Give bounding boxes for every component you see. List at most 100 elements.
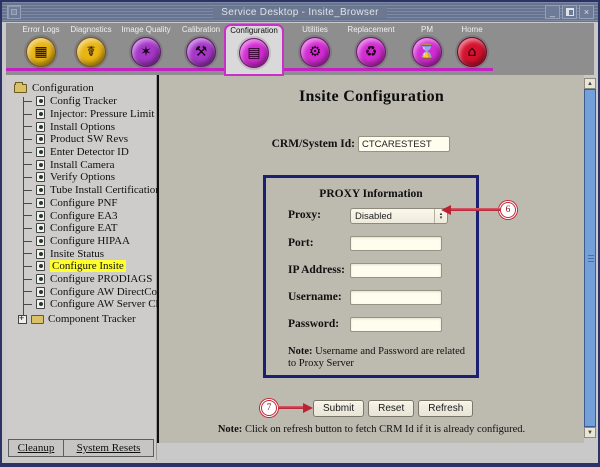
port-label: Port:	[288, 237, 314, 249]
scrollbar-grip-icon	[588, 258, 594, 259]
window-menu-icon	[11, 9, 17, 15]
tree-item-configure-aw-server-client[interactable]: Configure AW Server Client	[36, 298, 152, 311]
proxy-label: Proxy:	[288, 209, 321, 221]
window-title: Service Desktop - Insite_Browser	[213, 7, 386, 18]
tree-item-configure-aw-directconnect[interactable]: Configure AW DirectConnect	[36, 285, 152, 298]
closed-folder-icon	[31, 315, 44, 324]
ip-address-input[interactable]	[350, 263, 442, 278]
tree-item-config-tracker[interactable]: Config Tracker	[36, 95, 152, 108]
refresh-button[interactable]: Refresh	[418, 400, 473, 417]
selected-tree-item-highlight: Configure Insite	[50, 260, 126, 272]
document-icon	[36, 211, 45, 221]
document-icon	[36, 249, 45, 259]
scroll-down-icon[interactable]: ▼	[584, 427, 596, 438]
toolbar-button-error-logs[interactable]: Error Logs ▦	[13, 25, 69, 73]
tree-root-configuration[interactable]: Configuration	[10, 81, 152, 95]
document-icon	[36, 223, 45, 233]
scrollbar-thumb[interactable]	[584, 89, 596, 427]
window-menu-button[interactable]	[7, 5, 21, 19]
tree-item-install-options[interactable]: Install Options	[36, 120, 152, 133]
callout-7-badge: 7	[261, 400, 277, 416]
document-icon	[36, 261, 45, 271]
tree-item-tube-install-certification[interactable]: Tube Install Certification	[36, 184, 152, 197]
replacement-icon: ♻	[356, 37, 386, 67]
form-button-row: Submit Reset Refresh	[313, 400, 473, 417]
tree-item-configure-eat[interactable]: Configure EAT	[36, 222, 152, 235]
username-input[interactable]	[350, 290, 442, 305]
app-window: Service Desktop - Insite_Browser _ × Err…	[0, 0, 600, 467]
document-icon	[36, 236, 45, 246]
document-icon	[36, 160, 45, 170]
ip-address-label: IP Address:	[288, 264, 345, 276]
submit-button[interactable]: Submit	[313, 400, 364, 417]
proxy-box-note: Note: Username and Password are related …	[288, 346, 466, 370]
callout-6-arrow-line	[450, 208, 500, 211]
toolbar-button-utilities[interactable]: Utilities ⚙	[287, 25, 343, 73]
tree-item-install-camera[interactable]: Install Camera	[36, 158, 152, 171]
vertical-scrollbar: ▲ ▼	[584, 78, 596, 438]
tree-item-insite-status[interactable]: Insite Status	[36, 247, 152, 260]
document-icon	[36, 96, 45, 106]
toolbar-button-configuration[interactable]: Configuration ▤	[224, 24, 284, 76]
tree-item-configure-pnf[interactable]: Configure PNF	[36, 197, 152, 210]
cleanup-link[interactable]: Cleanup	[9, 440, 64, 456]
port-input[interactable]	[350, 236, 442, 251]
tree-item-configure-prodiags[interactable]: Configure PRODIAGS	[36, 273, 152, 286]
tree-item-configure-ea3[interactable]: Configure EA3	[36, 209, 152, 222]
image-quality-icon: ✶	[131, 37, 161, 67]
password-input[interactable]	[350, 317, 442, 332]
error-logs-icon: ▦	[26, 37, 56, 67]
document-icon	[36, 274, 45, 284]
callout-7-arrow-line	[278, 406, 304, 409]
toolbar-button-home[interactable]: Home ⌂	[444, 25, 500, 73]
document-icon	[36, 287, 45, 297]
configuration-icon: ▤	[239, 38, 269, 68]
tree-item-injector-pressure-limit-unit[interactable]: Injector: Pressure Limit Unit	[36, 108, 152, 121]
tree-footer-bar: Cleanup System Resets	[8, 439, 154, 457]
diagnostics-icon: ☤	[76, 37, 106, 67]
toolbar-button-diagnostics[interactable]: Diagnostics ☤	[63, 25, 119, 73]
system-resets-link[interactable]: System Resets	[64, 440, 153, 456]
maximize-icon	[566, 8, 574, 16]
document-icon	[36, 147, 45, 157]
tree-item-enter-detector-id[interactable]: Enter Detector ID	[36, 146, 152, 159]
tree-item-verify-options[interactable]: Verify Options	[36, 171, 152, 184]
navigation-tree-panel: Configuration Config Tracker Injector: P…	[6, 75, 157, 460]
proxy-dropdown[interactable]: Disabled ▴▾	[350, 208, 448, 224]
minimize-button[interactable]: _	[545, 5, 560, 19]
crm-system-id-label: CRM/System Id:	[159, 138, 355, 150]
toolbar-button-image-quality[interactable]: Image Quality ✶	[118, 25, 174, 73]
document-icon	[36, 172, 45, 182]
title-bar[interactable]: Service Desktop - Insite_Browser _ ×	[2, 2, 598, 22]
tree-item-component-tracker[interactable]: Component Tracker	[10, 313, 152, 326]
pm-icon: ⌛	[412, 37, 442, 67]
tree-item-configure-hipaa[interactable]: Configure HIPAA	[36, 235, 152, 248]
tree-item-configure-insite[interactable]: Configure Insite	[36, 260, 152, 273]
callout-6-badge: 6	[500, 202, 516, 218]
toolbar-button-replacement[interactable]: Replacement ♻	[343, 25, 399, 73]
refresh-hint-note: Note: Click on refresh button to fetch C…	[159, 424, 584, 435]
password-label: Password:	[288, 318, 339, 330]
expand-plus-icon[interactable]	[18, 315, 27, 324]
proxy-box-title: PROXY Information	[266, 188, 476, 200]
calibration-icon: ⚒	[186, 37, 216, 67]
callout-6-arrowhead-icon	[441, 205, 451, 215]
utilities-icon: ⚙	[300, 37, 330, 67]
document-icon	[36, 198, 45, 208]
page-title: Insite Configuration	[159, 88, 584, 106]
document-icon	[36, 109, 45, 119]
document-icon	[36, 134, 45, 144]
configuration-tree: Configuration Config Tracker Injector: P…	[10, 81, 152, 326]
toolbar-button-calibration[interactable]: Calibration ⚒	[173, 25, 229, 73]
close-button[interactable]: ×	[579, 5, 594, 19]
insite-configuration-panel: Insite Configuration CRM/System Id: PROX…	[159, 75, 584, 443]
proxy-dropdown-value: Disabled	[355, 211, 392, 222]
open-folder-icon	[14, 84, 27, 93]
tree-root-label: Configuration	[32, 82, 94, 94]
reset-button[interactable]: Reset	[368, 400, 414, 417]
scroll-up-icon[interactable]: ▲	[584, 78, 596, 89]
crm-system-id-input[interactable]	[358, 136, 450, 152]
tree-item-product-sw-revs[interactable]: Product SW Revs	[36, 133, 152, 146]
document-icon	[36, 122, 45, 132]
maximize-button[interactable]	[562, 5, 577, 19]
